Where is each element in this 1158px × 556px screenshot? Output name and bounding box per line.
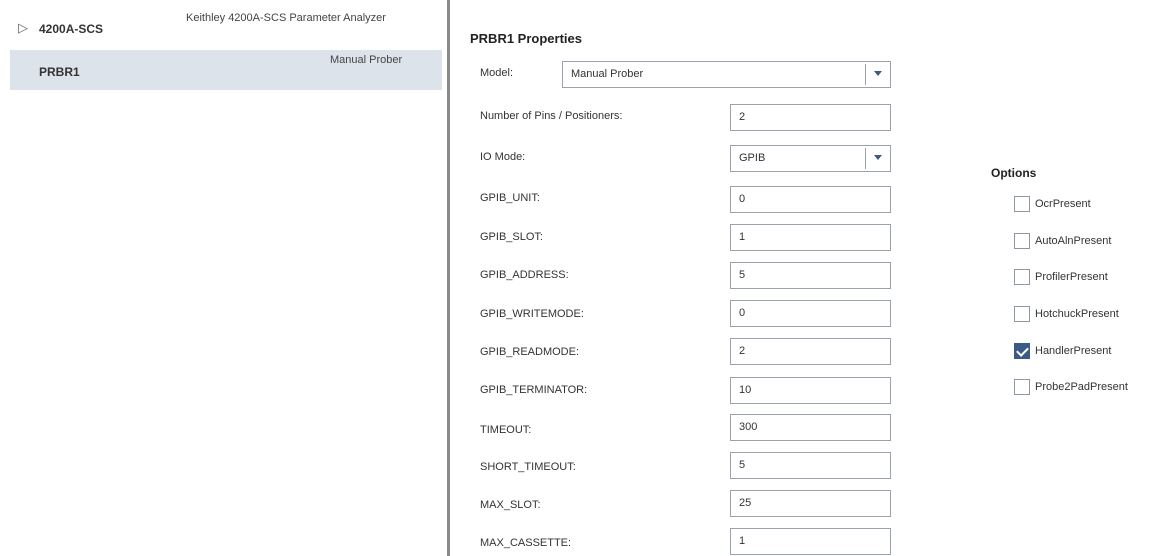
gpib-writemode-input[interactable]: 0 xyxy=(730,300,891,327)
properties-title: PRBR1 Properties xyxy=(470,31,582,46)
short-timeout-label: SHORT_TIMEOUT: xyxy=(480,461,576,473)
tree-node-4200a-scs[interactable]: ▷ 4200A-SCS Keithley 4200A-SCS Parameter… xyxy=(0,8,440,52)
gpib-unit-input[interactable]: 0 xyxy=(730,186,891,213)
checkbox-checked[interactable] xyxy=(1014,343,1030,359)
timeout-label: TIMEOUT: xyxy=(480,424,532,436)
option-label: Probe2PadPresent xyxy=(1035,381,1128,393)
checkbox[interactable] xyxy=(1014,379,1030,395)
timeout-input[interactable]: 300 xyxy=(730,414,891,441)
checkbox[interactable] xyxy=(1014,196,1030,212)
hardware-tree-panel: ▷ 4200A-SCS Keithley 4200A-SCS Parameter… xyxy=(0,0,447,556)
chevron-down-icon xyxy=(874,71,882,76)
model-select-value: Manual Prober xyxy=(571,68,644,80)
checkbox[interactable] xyxy=(1014,269,1030,285)
tree-node-description: Keithley 4200A-SCS Parameter Analyzer xyxy=(186,12,386,24)
max-slot-label: MAX_SLOT: xyxy=(480,499,541,511)
option-label: ProfilerPresent xyxy=(1035,271,1108,283)
gpib-readmode-label: GPIB_READMODE: xyxy=(480,346,580,358)
checkbox[interactable] xyxy=(1014,233,1030,249)
max-slot-input[interactable]: 25 xyxy=(730,490,891,517)
io-mode-select-value: GPIB xyxy=(739,152,766,164)
select-separator xyxy=(865,64,866,85)
tree-node-label: 4200A-SCS xyxy=(39,22,104,36)
max-cassette-label: MAX_CASSETTE: xyxy=(480,537,572,549)
tree-node-prbr1[interactable]: PRBR1 Manual Prober xyxy=(10,50,442,90)
chevron-down-icon xyxy=(874,155,882,160)
pins-label: Number of Pins / Positioners: xyxy=(480,110,623,122)
gpib-terminator-input[interactable]: 10 xyxy=(730,377,891,404)
gpib-writemode-label: GPIB_WRITEMODE: xyxy=(480,308,584,320)
option-label: OcrPresent xyxy=(1035,198,1091,210)
option-label: HotchuckPresent xyxy=(1035,308,1119,320)
options-title: Options xyxy=(991,166,1037,180)
pins-input[interactable]: 2 xyxy=(730,104,891,131)
gpib-address-input[interactable]: 5 xyxy=(730,262,891,289)
model-select[interactable]: Manual Prober xyxy=(562,61,891,88)
short-timeout-input[interactable]: 5 xyxy=(730,452,891,479)
checkbox[interactable] xyxy=(1014,306,1030,322)
gpib-slot-label: GPIB_SLOT: xyxy=(480,231,543,243)
gpib-terminator-label: GPIB_TERMINATOR: xyxy=(480,384,588,396)
option-label: AutoAlnPresent xyxy=(1035,235,1112,247)
option-label: HandlerPresent xyxy=(1035,345,1112,357)
max-cassette-input[interactable]: 1 xyxy=(730,528,891,555)
model-label: Model: xyxy=(480,67,514,79)
gpib-address-label: GPIB_ADDRESS: xyxy=(480,269,569,281)
gpib-unit-label: GPIB_UNIT: xyxy=(480,192,540,204)
gpib-slot-input[interactable]: 1 xyxy=(730,224,891,251)
tree-node-description: Manual Prober xyxy=(330,54,403,66)
io-mode-label: IO Mode: xyxy=(480,151,526,163)
tree-node-label: PRBR1 xyxy=(39,65,80,79)
select-separator xyxy=(865,148,866,169)
expand-arrow-icon[interactable]: ▷ xyxy=(18,20,28,36)
io-mode-select[interactable]: GPIB xyxy=(730,145,891,172)
properties-panel: PRBR1 Properties Model: Manual Prober Nu… xyxy=(450,0,1158,556)
gpib-readmode-input[interactable]: 2 xyxy=(730,338,891,365)
